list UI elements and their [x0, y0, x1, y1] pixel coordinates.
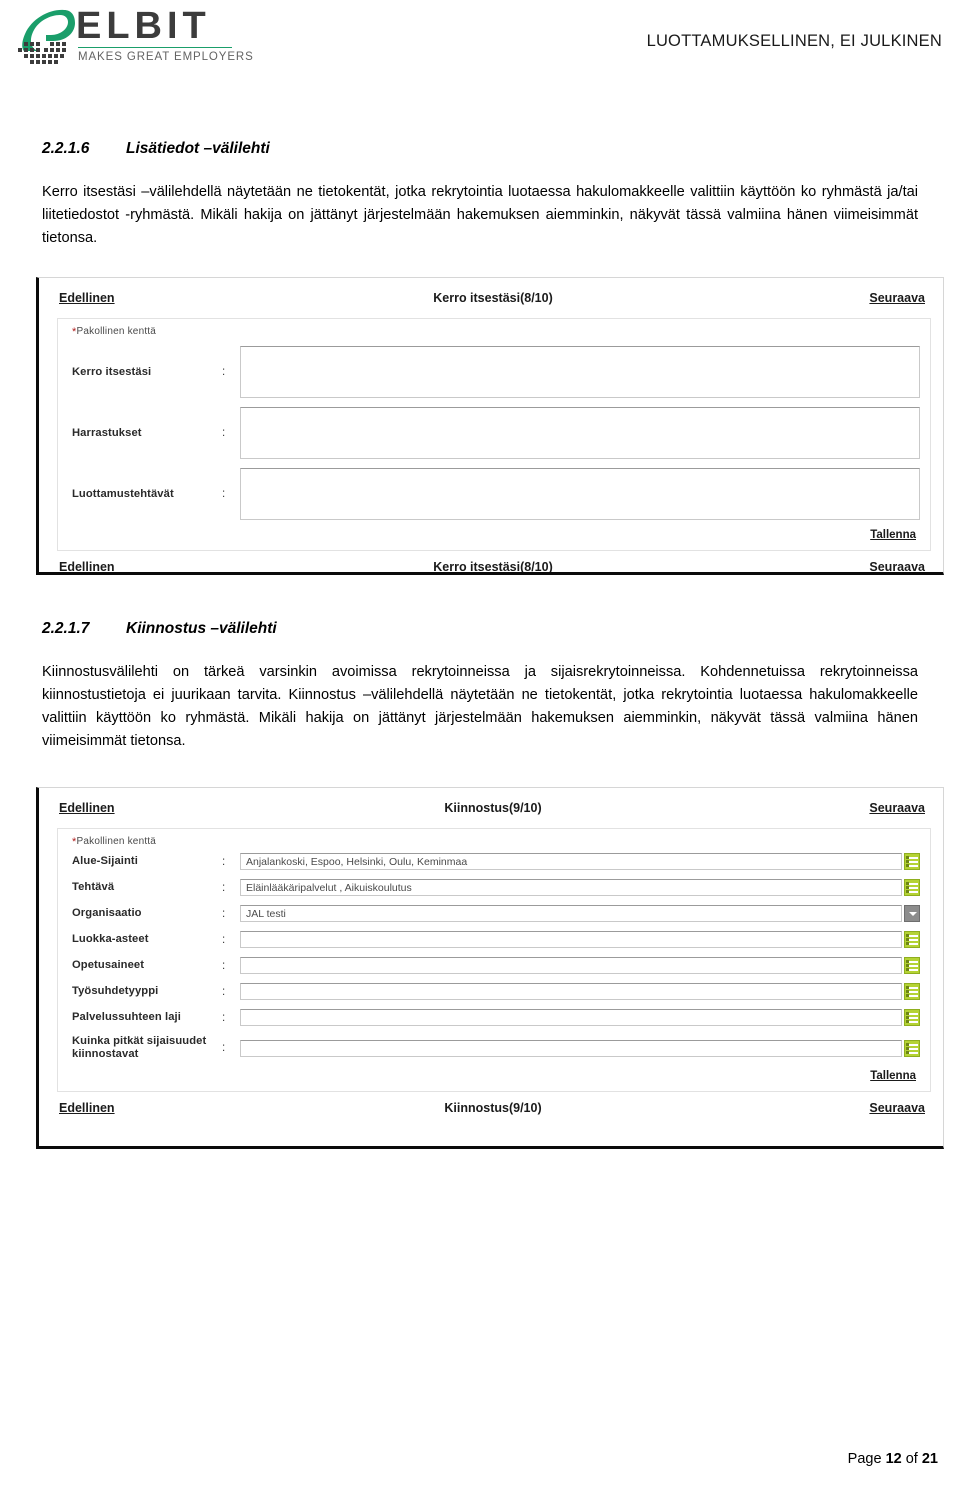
field-colon: :	[222, 907, 226, 920]
elbit-logo: ELBIT MAKES GREAT EMPLOYERS	[14, 5, 253, 76]
field-label-harrastukset: Harrastukset	[72, 426, 142, 439]
top-navbar: Edellinen Kiinnostus(9/10) Seuraava	[53, 794, 933, 824]
chevron-down-icon-organisaatio[interactable]	[904, 905, 920, 922]
field-colon: :	[222, 427, 226, 439]
screenshot-kiinnostus: Edellinen Kiinnostus(9/10) Seuraava *Pak…	[36, 787, 944, 1149]
tehtava-input[interactable]: Eläinlääkäripalvelut , Aikuiskoulutus	[240, 879, 902, 896]
next-link-bottom[interactable]: Seuraava	[869, 560, 925, 572]
opetusaineet-input[interactable]	[240, 957, 902, 974]
palvelussuhteen-laji-input[interactable]	[240, 1009, 902, 1026]
field-label-tehtava: Tehtävä	[72, 881, 115, 893]
next-link[interactable]: Seuraava	[869, 291, 925, 305]
required-field-label: Pakollinen kenttä	[76, 326, 157, 337]
wizard-step-title-bottom: Kiinnostus(9/10)	[444, 1101, 542, 1115]
bottom-navbar: Edellinen Kerro itsestäsi(8/10) Seuraava	[53, 553, 933, 574]
list-picker-icon-luokka-asteet[interactable]	[904, 931, 920, 948]
footer-page-middle: of	[905, 1451, 918, 1467]
required-field-note: *Pakollinen kenttä	[58, 319, 930, 340]
field-label-kerro-itsestasi: Kerro itsestäsi	[72, 365, 152, 378]
form-row: Luokka-asteet :	[58, 931, 930, 948]
confidentiality-notice: LUOTTAMUKSELLINEN, EI JULKINEN	[646, 32, 942, 50]
section-paragraph-2-2-1-6: Kerro itsestäsi –välilehdellä näytetään …	[42, 184, 918, 246]
save-row: Tallenna	[58, 1061, 930, 1091]
field-colon: :	[222, 933, 226, 946]
footer-page-prefix: Page	[847, 1451, 882, 1467]
field-colon: :	[222, 959, 226, 972]
logo-wordmark: ELBIT	[76, 5, 211, 47]
footer-current-page: 12	[885, 1451, 902, 1467]
wizard-step-title-bottom: Kerro itsestäsi(8/10)	[433, 560, 553, 574]
screenshot-kerro-itsestasi: Edellinen Kerro itsestäsi(8/10) Seuraava…	[36, 277, 944, 575]
form-row: Harrastukset :	[58, 407, 930, 459]
logo-tagline: MAKES GREAT EMPLOYERS	[78, 51, 254, 63]
list-picker-icon-tyosuhdetyyppi[interactable]	[904, 983, 920, 1000]
section-title: Kiinnostus –välilehti	[126, 620, 277, 637]
top-navbar: Edellinen Kerro itsestäsi(8/10) Seuraava	[53, 284, 933, 314]
wizard-step-title: Kerro itsestäsi(8/10)	[433, 291, 553, 305]
tyosuhdetyyppi-input[interactable]	[240, 983, 902, 1000]
harrastukset-textarea[interactable]	[240, 407, 920, 459]
required-field-label: Pakollinen kenttä	[76, 836, 157, 847]
field-colon: :	[222, 366, 226, 378]
list-picker-icon-opetusaineet[interactable]	[904, 957, 920, 974]
luottamustehtavat-textarea[interactable]	[240, 468, 920, 520]
form-row: Organisaatio : JAL testi	[58, 905, 930, 922]
kerro-itsestasi-textarea[interactable]	[240, 346, 920, 398]
field-label-organisaatio: Organisaatio	[72, 907, 142, 919]
list-picker-icon-kuinka-pitkat-sijaisuudet[interactable]	[904, 1039, 920, 1057]
form-row: Kuinka pitkät sijaisuudet kiinnostavat :	[58, 1035, 930, 1061]
form-panel: *Pakollinen kenttä Alue-Sijainti : Anjal…	[57, 828, 931, 1092]
luokka-asteet-input[interactable]	[240, 931, 902, 948]
list-picker-icon-tehtava[interactable]	[904, 879, 920, 896]
list-picker-icon-palvelussuhteen-laji[interactable]	[904, 1009, 920, 1026]
section-number: 2.2.1.6	[42, 140, 90, 157]
organisaatio-input[interactable]: JAL testi	[240, 905, 902, 922]
logo-divider	[78, 47, 232, 48]
form-row: Opetusaineet :	[58, 957, 930, 974]
save-button[interactable]: Tallenna	[870, 1070, 916, 1082]
form-row: Tehtävä : Eläinlääkäripalvelut , Aikuisk…	[58, 879, 930, 896]
save-row: Tallenna	[58, 520, 930, 550]
field-label-opetusaineet: Opetusaineet	[72, 959, 145, 971]
form-row: Alue-Sijainti : Anjalankoski, Espoo, Hel…	[58, 853, 930, 870]
bottom-navbar: Edellinen Kiinnostus(9/10) Seuraava	[53, 1094, 933, 1120]
form-panel: *Pakollinen kenttä Kerro itsestäsi : Har…	[57, 318, 931, 551]
form-row: Kerro itsestäsi :	[58, 346, 930, 398]
field-label-kuinka-pitkat-sijaisuudet: Kuinka pitkät sijaisuudet kiinnostavat	[72, 1035, 207, 1060]
field-label-luokka-asteet: Luokka-asteet	[72, 933, 149, 945]
field-label-palvelussuhteen-laji: Palvelussuhteen laji	[72, 1011, 181, 1023]
field-colon: :	[222, 1042, 226, 1054]
field-label-alue-sijainti: Alue-Sijainti	[72, 855, 138, 867]
field-colon: :	[222, 881, 226, 894]
section-paragraph-2-2-1-7: Kiinnostusvälilehti on tärkeä varsinkin …	[42, 664, 918, 749]
form-row: Työsuhdetyyppi :	[58, 983, 930, 1000]
field-colon: :	[222, 1011, 226, 1024]
save-button[interactable]: Tallenna	[870, 529, 916, 541]
footer-total-pages: 21	[921, 1451, 938, 1467]
field-label-tyosuhdetyyppi: Työsuhdetyyppi	[72, 985, 159, 997]
page-header: ELBIT MAKES GREAT EMPLOYERS LUOTTAMUKSEL…	[0, 0, 960, 96]
alue-sijainti-input[interactable]: Anjalankoski, Espoo, Helsinki, Oulu, Kem…	[240, 853, 902, 870]
list-picker-icon-alue-sijainti[interactable]	[904, 853, 920, 870]
section-heading-2-2-1-7: 2.2.1.7 Kiinnostus –välilehti	[42, 620, 277, 638]
required-field-note: *Pakollinen kenttä	[58, 829, 930, 850]
field-label-luottamustehtavat: Luottamustehtävät	[72, 487, 174, 500]
field-colon: :	[222, 488, 226, 500]
kuinka-pitkat-sijaisuudet-input[interactable]	[240, 1039, 902, 1057]
next-link-bottom[interactable]: Seuraava	[869, 1101, 925, 1115]
page-footer: Page 12 of 21	[0, 1451, 960, 1467]
field-colon: :	[222, 855, 226, 868]
next-link[interactable]: Seuraava	[869, 801, 925, 815]
field-colon: :	[222, 985, 226, 998]
section-heading-2-2-1-6: 2.2.1.6 Lisätiedot –välilehti	[42, 140, 270, 158]
section-number: 2.2.1.7	[42, 620, 90, 637]
form-row: Luottamustehtävät :	[58, 468, 930, 520]
wizard-step-title: Kiinnostus(9/10)	[444, 801, 542, 815]
form-row: Palvelussuhteen laji :	[58, 1009, 930, 1026]
elbit-dotgrid-icon	[18, 42, 66, 64]
section-title: Lisätiedot –välilehti	[126, 140, 270, 157]
